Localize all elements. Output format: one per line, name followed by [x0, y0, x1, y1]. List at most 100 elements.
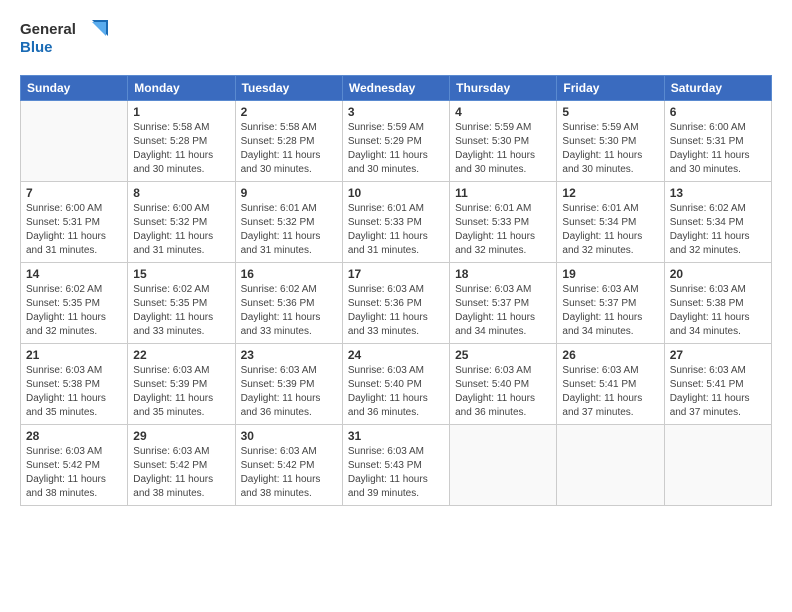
day-number: 1 — [133, 105, 229, 119]
calendar-cell: 29Sunrise: 6:03 AM Sunset: 5:42 PM Dayli… — [128, 425, 235, 506]
day-number: 6 — [670, 105, 766, 119]
day-info: Sunrise: 5:59 AM Sunset: 5:30 PM Dayligh… — [562, 121, 658, 177]
svg-text:General: General — [20, 21, 76, 38]
day-info: Sunrise: 6:03 AM Sunset: 5:36 PM Dayligh… — [348, 283, 444, 339]
weekday-header: Friday — [557, 76, 664, 101]
weekday-header: Thursday — [450, 76, 557, 101]
day-number: 20 — [670, 267, 766, 281]
weekday-header: Monday — [128, 76, 235, 101]
day-info: Sunrise: 6:03 AM Sunset: 5:37 PM Dayligh… — [562, 283, 658, 339]
day-info: Sunrise: 6:03 AM Sunset: 5:42 PM Dayligh… — [133, 445, 229, 501]
calendar-cell: 25 Sunrise: 6:03 AM Sunset: 5:40 PM Dayli… — [450, 344, 557, 425]
calendar-cell: 7Sunrise: 6:00 AM Sunset: 5:31 PM Daylig… — [21, 182, 128, 263]
day-info: Sunrise: 6:01 AM Sunset: 5:33 PM Dayligh… — [348, 202, 444, 258]
day-number: 17 — [348, 267, 444, 281]
day-info: Sunrise: 6:03 AM Sunset: 5:42 PM Dayligh… — [241, 445, 337, 501]
day-info: Sunrise: 6:03 AM Sunset: 5:38 PM Dayligh… — [26, 364, 122, 420]
day-number: 28 — [26, 429, 122, 443]
day-number: 19 — [562, 267, 658, 281]
day-number: 9 — [241, 186, 337, 200]
calendar-cell — [450, 425, 557, 506]
calendar-cell: 2Sunrise: 5:58 AM Sunset: 5:28 PM Daylig… — [235, 101, 342, 182]
calendar-cell: 28 Sunrise: 6:03 AM Sunset: 5:42 PM Dayli… — [21, 425, 128, 506]
calendar-cell: 16 Sunrise: 6:02 AM Sunset: 5:36 PM Dayli… — [235, 263, 342, 344]
day-info: Sunrise: 6:03 AM Sunset: 5:38 PM Dayligh… — [670, 283, 766, 339]
day-info: Sunrise: 6:02 AM Sunset: 5:35 PM Dayligh… — [26, 283, 122, 339]
day-info: Sunrise: 5:59 AM Sunset: 5:29 PM Dayligh… — [348, 121, 444, 177]
calendar-cell: 19 Sunrise: 6:03 AM Sunset: 5:37 PM Dayli… — [557, 263, 664, 344]
day-info: Sunrise: 6:02 AM Sunset: 5:36 PM Dayligh… — [241, 283, 337, 339]
day-number: 8 — [133, 186, 229, 200]
day-info: Sunrise: 6:03 AM Sunset: 5:40 PM Dayligh… — [348, 364, 444, 420]
calendar-cell — [664, 425, 771, 506]
calendar-cell: 30 Sunrise: 6:03 AM Sunset: 5:42 PM Dayli… — [235, 425, 342, 506]
calendar-cell: 11 Sunrise: 6:01 AM Sunset: 5:33 PM Dayli… — [450, 182, 557, 263]
day-info: Sunrise: 5:58 AM Sunset: 5:28 PM Dayligh… — [241, 121, 337, 177]
day-info: Sunrise: 5:59 AM Sunset: 5:30 PM Dayligh… — [455, 121, 551, 177]
page: General Blue SundayMondayTuesdayWednesda… — [0, 0, 792, 612]
day-number: 23 — [241, 348, 337, 362]
calendar-cell: 3 Sunrise: 5:59 AM Sunset: 5:29 PM Daylig… — [342, 101, 449, 182]
calendar-cell: 5Sunrise: 5:59 AM Sunset: 5:30 PM Daylig… — [557, 101, 664, 182]
calendar-cell — [557, 425, 664, 506]
day-info: Sunrise: 6:03 AM Sunset: 5:43 PM Dayligh… — [348, 445, 444, 501]
day-number: 25 — [455, 348, 551, 362]
day-info: Sunrise: 6:03 AM Sunset: 5:42 PM Dayligh… — [26, 445, 122, 501]
logo: General Blue — [20, 16, 110, 65]
calendar-week-row: 7Sunrise: 6:00 AM Sunset: 5:31 PM Daylig… — [21, 182, 772, 263]
calendar-cell: 20 Sunrise: 6:03 AM Sunset: 5:38 PM Dayli… — [664, 263, 771, 344]
day-number: 3 — [348, 105, 444, 119]
weekday-header: Sunday — [21, 76, 128, 101]
calendar-cell: 23 Sunrise: 6:03 AM Sunset: 5:39 PM Dayli… — [235, 344, 342, 425]
calendar-cell: 6 Sunrise: 6:00 AM Sunset: 5:31 PM Daylig… — [664, 101, 771, 182]
weekday-header-row: SundayMondayTuesdayWednesdayThursdayFrid… — [21, 76, 772, 101]
day-number: 26 — [562, 348, 658, 362]
calendar-cell: 9 Sunrise: 6:01 AM Sunset: 5:32 PM Daylig… — [235, 182, 342, 263]
day-number: 11 — [455, 186, 551, 200]
calendar-cell: 10 Sunrise: 6:01 AM Sunset: 5:33 PM Dayli… — [342, 182, 449, 263]
day-info: Sunrise: 6:02 AM Sunset: 5:34 PM Dayligh… — [670, 202, 766, 258]
day-info: Sunrise: 6:00 AM Sunset: 5:32 PM Dayligh… — [133, 202, 229, 258]
calendar-cell: 1Sunrise: 5:58 AM Sunset: 5:28 PM Daylig… — [128, 101, 235, 182]
day-info: Sunrise: 6:03 AM Sunset: 5:37 PM Dayligh… — [455, 283, 551, 339]
day-number: 21 — [26, 348, 122, 362]
day-info: Sunrise: 6:03 AM Sunset: 5:39 PM Dayligh… — [133, 364, 229, 420]
day-number: 10 — [348, 186, 444, 200]
day-number: 31 — [348, 429, 444, 443]
day-number: 30 — [241, 429, 337, 443]
day-number: 15 — [133, 267, 229, 281]
calendar-cell — [21, 101, 128, 182]
day-number: 7 — [26, 186, 122, 200]
calendar-cell: 17 Sunrise: 6:03 AM Sunset: 5:36 PM Dayli… — [342, 263, 449, 344]
day-number: 18 — [455, 267, 551, 281]
calendar-cell: 27 Sunrise: 6:03 AM Sunset: 5:41 PM Dayli… — [664, 344, 771, 425]
weekday-header: Tuesday — [235, 76, 342, 101]
calendar-cell: 12Sunrise: 6:01 AM Sunset: 5:34 PM Dayli… — [557, 182, 664, 263]
calendar-week-row: 14 Sunrise: 6:02 AM Sunset: 5:35 PM Dayli… — [21, 263, 772, 344]
day-info: Sunrise: 6:01 AM Sunset: 5:32 PM Dayligh… — [241, 202, 337, 258]
day-number: 16 — [241, 267, 337, 281]
day-number: 12 — [562, 186, 658, 200]
day-info: Sunrise: 6:03 AM Sunset: 5:41 PM Dayligh… — [562, 364, 658, 420]
day-info: Sunrise: 6:02 AM Sunset: 5:35 PM Dayligh… — [133, 283, 229, 339]
day-info: Sunrise: 6:01 AM Sunset: 5:33 PM Dayligh… — [455, 202, 551, 258]
day-info: Sunrise: 6:03 AM Sunset: 5:41 PM Dayligh… — [670, 364, 766, 420]
calendar-cell: 22 Sunrise: 6:03 AM Sunset: 5:39 PM Dayli… — [128, 344, 235, 425]
calendar-cell: 26 Sunrise: 6:03 AM Sunset: 5:41 PM Dayli… — [557, 344, 664, 425]
calendar-cell: 14 Sunrise: 6:02 AM Sunset: 5:35 PM Dayli… — [21, 263, 128, 344]
day-info: Sunrise: 6:03 AM Sunset: 5:39 PM Dayligh… — [241, 364, 337, 420]
day-number: 22 — [133, 348, 229, 362]
calendar-cell: 24Sunrise: 6:03 AM Sunset: 5:40 PM Dayli… — [342, 344, 449, 425]
calendar-week-row: 21 Sunrise: 6:03 AM Sunset: 5:38 PM Dayli… — [21, 344, 772, 425]
day-info: Sunrise: 6:03 AM Sunset: 5:40 PM Dayligh… — [455, 364, 551, 420]
calendar-cell: 18 Sunrise: 6:03 AM Sunset: 5:37 PM Dayli… — [450, 263, 557, 344]
calendar-cell: 8 Sunrise: 6:00 AM Sunset: 5:32 PM Daylig… — [128, 182, 235, 263]
day-number: 14 — [26, 267, 122, 281]
calendar-cell: 21 Sunrise: 6:03 AM Sunset: 5:38 PM Dayli… — [21, 344, 128, 425]
calendar-cell: 31 Sunrise: 6:03 AM Sunset: 5:43 PM Dayli… — [342, 425, 449, 506]
day-number: 27 — [670, 348, 766, 362]
calendar-cell: 15 Sunrise: 6:02 AM Sunset: 5:35 PM Dayli… — [128, 263, 235, 344]
day-number: 13 — [670, 186, 766, 200]
day-info: Sunrise: 6:00 AM Sunset: 5:31 PM Dayligh… — [670, 121, 766, 177]
calendar-cell: 13 Sunrise: 6:02 AM Sunset: 5:34 PM Dayli… — [664, 182, 771, 263]
